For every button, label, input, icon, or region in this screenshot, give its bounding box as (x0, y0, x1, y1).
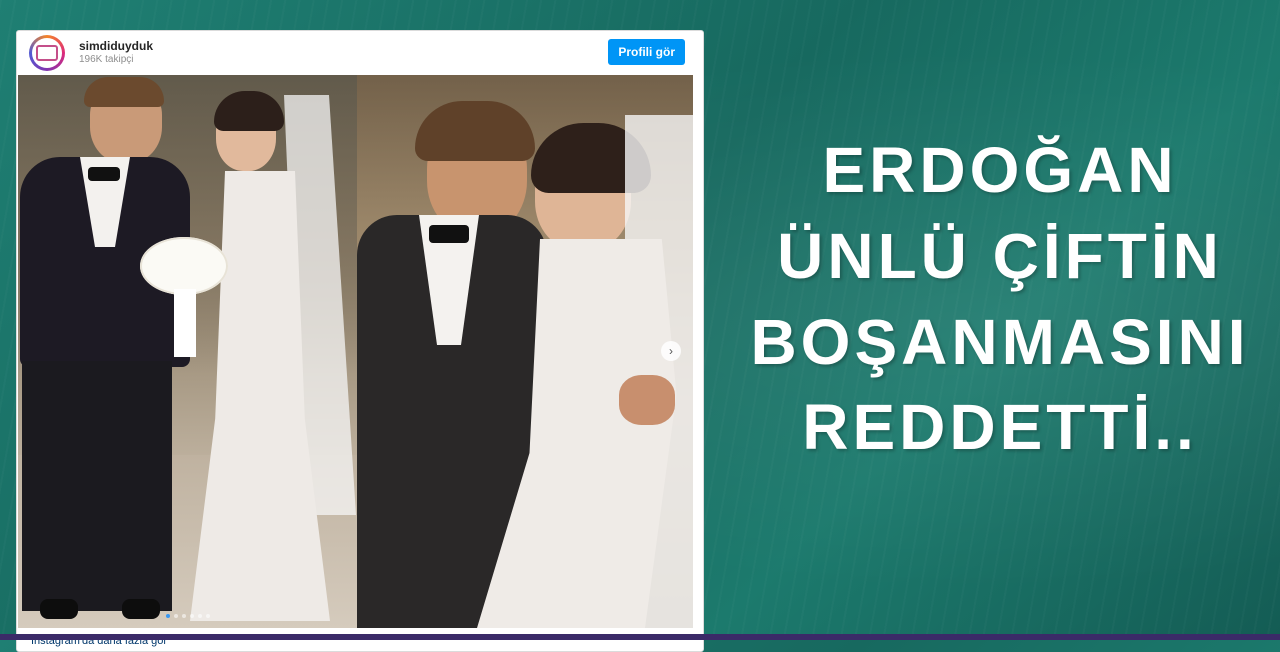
headline: ERDOĞAN ÜNLÜ ÇİFTİN BOŞANMASINI REDDETTİ… (740, 128, 1260, 471)
carousel-indicator (165, 614, 210, 618)
headline-line-4: REDDETTİ.. (802, 391, 1198, 464)
headline-line-1: ERDOĞAN (822, 134, 1178, 206)
username-link[interactable]: simdiduyduk (79, 40, 153, 54)
bottom-strip (0, 634, 1280, 640)
profile-avatar[interactable] (29, 35, 65, 71)
wedding-photo-left (18, 75, 357, 628)
follower-count: 196K takipçi (79, 54, 134, 66)
headline-line-2: ÜNLÜ ÇİFTİN (777, 219, 1223, 292)
view-profile-button[interactable]: Profili gör (608, 39, 685, 65)
post-media-carousel[interactable]: › (18, 75, 693, 628)
instagram-embed: simdiduyduk 196K takipçi Profili gör › I… (16, 30, 704, 652)
wedding-photo-right: › (357, 75, 693, 628)
headline-line-3: BOŞANMASINI (750, 305, 1250, 378)
profile-logo-icon (36, 45, 58, 61)
carousel-next-icon[interactable]: › (661, 341, 681, 361)
post-header: simdiduyduk 196K takipçi Profili gör (17, 31, 703, 75)
